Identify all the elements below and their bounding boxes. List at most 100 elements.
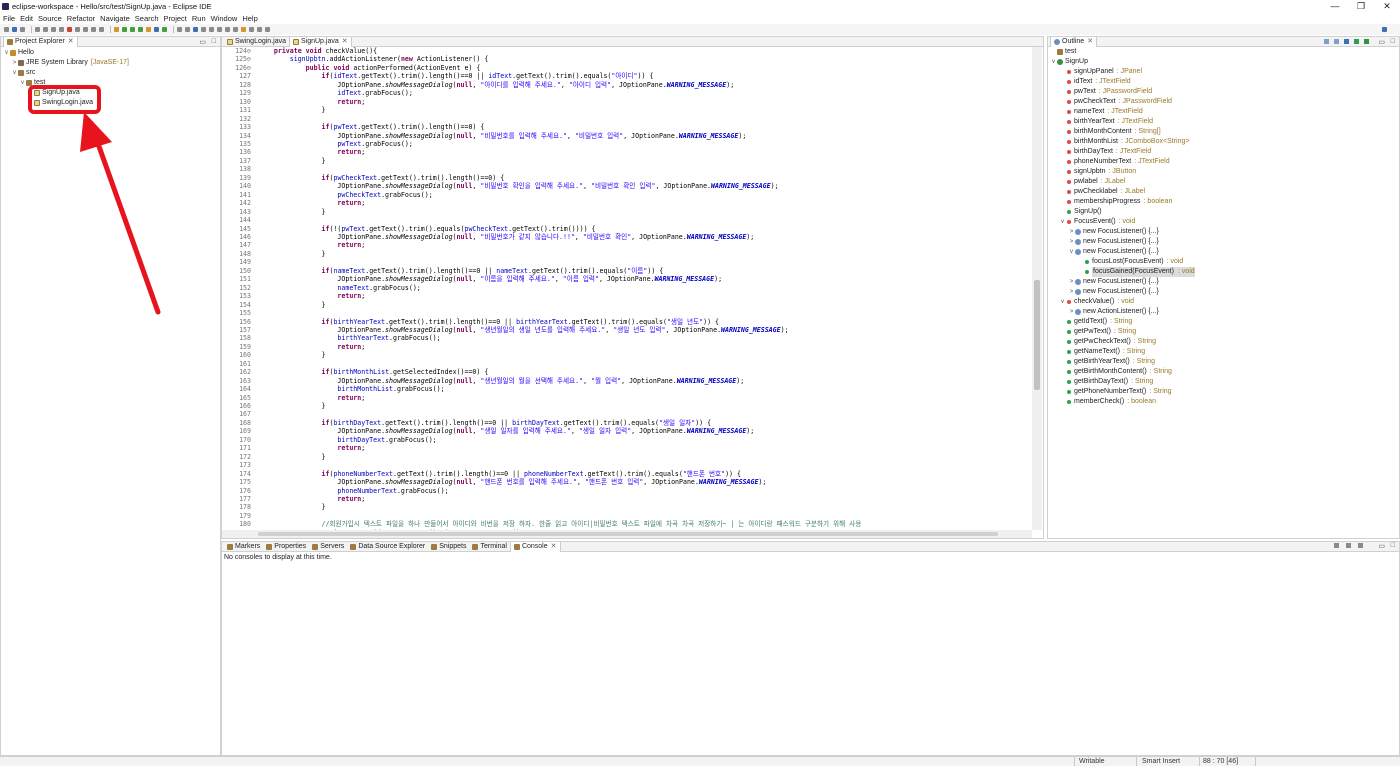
editor-horizontal-scrollbar[interactable]	[222, 530, 1032, 538]
tab-data-source-explorer[interactable]: Data Source Explorer	[347, 542, 428, 552]
outline-item[interactable]: test	[1048, 47, 1399, 57]
outline-item[interactable]: v SignUp	[1048, 57, 1399, 67]
tab-snippets[interactable]: Snippets	[428, 542, 469, 552]
outline-item[interactable]: v checkValue(): void	[1048, 297, 1399, 307]
hide-static-icon[interactable]	[1354, 39, 1359, 44]
toggle-mark-occurrences-icon[interactable]	[193, 27, 198, 32]
back-icon[interactable]	[249, 27, 254, 32]
outline-item[interactable]: getIdText(): String	[1048, 317, 1399, 327]
tab-signup-java[interactable]: SignUp.java ✕	[288, 36, 352, 47]
close-icon[interactable]: ✕	[551, 542, 557, 552]
expand-caret-icon[interactable]: >	[1068, 307, 1075, 317]
outline-item[interactable]: > new ActionListener() {...}	[1048, 307, 1399, 317]
debug-icon[interactable]	[122, 27, 127, 32]
expand-caret-icon[interactable]: >	[1068, 237, 1075, 247]
tab-markers[interactable]: Markers	[224, 542, 263, 552]
perspective-java-icon[interactable]	[1382, 27, 1387, 32]
outline-item[interactable]: nameText: JTextField	[1048, 107, 1399, 117]
step-over-icon[interactable]	[91, 27, 96, 32]
pin-editor-icon[interactable]	[265, 27, 270, 32]
outline-item[interactable]: > new FocusListener() {...}	[1048, 227, 1399, 237]
resume-icon[interactable]	[51, 27, 56, 32]
outline-item[interactable]: pwText: JPasswordField	[1048, 87, 1399, 97]
expand-caret-icon[interactable]: v	[1059, 217, 1066, 227]
terminate-icon[interactable]	[67, 27, 72, 32]
show-whitespace-icon[interactable]	[209, 27, 214, 32]
console-display-icon[interactable]	[1346, 543, 1351, 548]
disconnect-icon[interactable]	[75, 27, 80, 32]
tree-item[interactable]: v Hello	[1, 48, 220, 58]
new-java-project-icon[interactable]	[146, 27, 151, 32]
save-icon[interactable]	[12, 27, 17, 32]
expand-caret-icon[interactable]: v	[11, 68, 18, 78]
outline-item[interactable]: getPhoneNumberText(): String	[1048, 387, 1399, 397]
outline-item[interactable]: getBirthYearText(): String	[1048, 357, 1399, 367]
menu-help[interactable]: Help	[242, 14, 257, 23]
outline-item[interactable]: phoneNumberText: JTextField	[1048, 157, 1399, 167]
outline-item[interactable]: getPwText(): String	[1048, 327, 1399, 337]
expand-caret-icon[interactable]: v	[1059, 297, 1066, 307]
outline-item[interactable]: signUpPanel: JPanel	[1048, 67, 1399, 77]
expand-caret-icon[interactable]: >	[1068, 227, 1075, 237]
outline-item[interactable]: > new FocusListener() {...}	[1048, 287, 1399, 297]
sort-icon[interactable]	[1334, 39, 1339, 44]
console-pin-icon[interactable]	[1358, 543, 1363, 548]
block-selection-icon[interactable]	[217, 27, 222, 32]
outline-item[interactable]: v FocusEvent(): void	[1048, 217, 1399, 227]
step-into-icon[interactable]	[83, 27, 88, 32]
outline-item[interactable]: birthYearText: JTextField	[1048, 117, 1399, 127]
terminal-icon[interactable]	[35, 27, 40, 32]
tab-console[interactable]: Console ✕	[509, 541, 561, 552]
outline-item[interactable]: birthMonthList: JComboBox<String>	[1048, 137, 1399, 147]
outline-item[interactable]: > new FocusListener() {...}	[1048, 237, 1399, 247]
outline-item[interactable]: getBirthMonthContent(): String	[1048, 367, 1399, 377]
outline-item[interactable]: memberCheck(): boolean	[1048, 397, 1399, 407]
suspend-icon[interactable]	[59, 27, 64, 32]
skip-breakpoints-icon[interactable]	[43, 27, 48, 32]
tab-terminal[interactable]: Terminal	[469, 542, 509, 552]
maximize-view-icon[interactable]: □	[212, 38, 216, 45]
save-all-icon[interactable]	[20, 27, 25, 32]
code-area[interactable]: private void checkValue(){ signUpbtn.add…	[258, 47, 1030, 530]
new-package-icon[interactable]	[154, 27, 159, 32]
close-window-button[interactable]: ✕	[1374, 0, 1400, 13]
menu-navigate[interactable]: Navigate	[100, 14, 130, 23]
outline-item[interactable]: focusGained(FocusEvent): void	[1048, 267, 1399, 277]
outline-item[interactable]: pwChecklabel: JLabel	[1048, 187, 1399, 197]
close-icon[interactable]: ✕	[1087, 37, 1093, 47]
close-icon[interactable]: ✕	[342, 37, 348, 47]
hide-fields-icon[interactable]	[1344, 39, 1349, 44]
tab-properties[interactable]: Properties	[263, 542, 309, 552]
outline-item[interactable]: birthDayText: JTextField	[1048, 147, 1399, 157]
run-icon[interactable]	[130, 27, 135, 32]
menu-search[interactable]: Search	[135, 14, 159, 23]
menu-window[interactable]: Window	[211, 14, 238, 23]
maximize-button[interactable]: ❐	[1348, 0, 1374, 13]
coverage-icon[interactable]	[138, 27, 143, 32]
menu-file[interactable]: File	[3, 14, 15, 23]
menu-refactor[interactable]: Refactor	[67, 14, 95, 23]
expand-caret-icon[interactable]: v	[1068, 247, 1075, 257]
tab-outline[interactable]: Outline ✕	[1050, 36, 1098, 47]
expand-caret-icon[interactable]: v	[1050, 57, 1057, 67]
word-wrap-icon[interactable]	[201, 27, 206, 32]
menu-edit[interactable]: Edit	[20, 14, 33, 23]
minimize-view-icon[interactable]: ▭	[1378, 542, 1385, 550]
expand-caret-icon[interactable]: >	[1068, 277, 1075, 287]
annotation-prev-icon[interactable]	[233, 27, 238, 32]
minimize-button[interactable]: —	[1322, 0, 1348, 13]
forward-icon[interactable]	[257, 27, 262, 32]
open-type-icon[interactable]	[177, 27, 182, 32]
outline-item[interactable]: getBirthDayText(): String	[1048, 377, 1399, 387]
outline-item[interactable]: birthMonthContent: String[]	[1048, 127, 1399, 137]
outline-item[interactable]: getNameText(): String	[1048, 347, 1399, 357]
outline-item[interactable]: > new FocusListener() {...}	[1048, 277, 1399, 287]
menu-run[interactable]: Run	[192, 14, 206, 23]
outline-item[interactable]: idText: JTextField	[1048, 77, 1399, 87]
minimize-view-icon[interactable]: ▭	[1378, 38, 1385, 46]
outline-item[interactable]: membershipProgress: boolean	[1048, 197, 1399, 207]
annotation-next-icon[interactable]	[225, 27, 230, 32]
new-icon[interactable]	[4, 27, 9, 32]
maximize-view-icon[interactable]: □	[1391, 38, 1395, 45]
external-tools-icon[interactable]	[114, 27, 119, 32]
